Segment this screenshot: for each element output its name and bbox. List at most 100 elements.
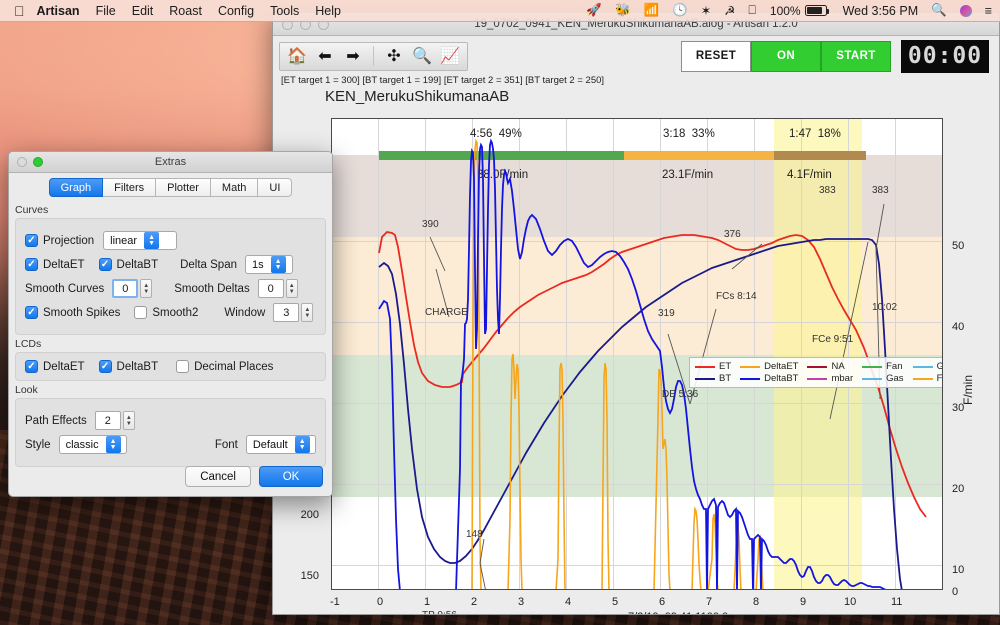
legend-item-gas[interactable]: Gas <box>912 361 942 372</box>
wifi-signal-icon[interactable]: 📶 <box>644 3 660 18</box>
smooth-spikes-label: Smooth Spikes <box>43 306 121 319</box>
legend-item-na[interactable]: NA <box>807 361 853 372</box>
window-value[interactable]: 3 <box>273 303 300 322</box>
back-arrow-icon[interactable]: ⬅ <box>312 44 338 68</box>
path-effects-value[interactable]: 2 <box>94 411 121 430</box>
zoom-icon[interactable]: 🔍 <box>409 44 435 68</box>
search-icon[interactable]: 🔍 <box>931 3 947 18</box>
configure-subplots-icon[interactable]: 📈 <box>437 44 463 68</box>
y-tick-150: 150 <box>300 570 319 582</box>
deltaet-checkbox[interactable] <box>25 258 38 271</box>
stepper-arrows-icon[interactable]: ▲ ▼ <box>301 303 314 322</box>
deltabt-label: DeltaBT <box>116 258 159 271</box>
deltabt-checkbox[interactable] <box>98 258 112 271</box>
path-effects-stepper[interactable]: 2 ▲ ▼ <box>94 411 135 430</box>
legend-item-gas2[interactable]: Gas <box>862 373 904 384</box>
y2-tick-10: 10 <box>952 564 965 576</box>
reset-button[interactable]: RESET <box>681 40 751 72</box>
extras-dialog[interactable]: Extras Graph Filters Plotter Math UI Cur… <box>8 151 333 497</box>
legend-item-deltaet[interactable]: DeltaET <box>740 361 798 372</box>
legend-item-fan2[interactable]: Fan <box>912 373 943 384</box>
plot-axes[interactable]: 4:56 49% 3:18 33% 1:47 18% 38.0F/min 23.… <box>331 118 943 590</box>
target-values-line: [ET target 1 = 300] [BT target 1 = 199] … <box>281 75 605 86</box>
tab-plotter[interactable]: Plotter <box>156 178 211 197</box>
roast-control-group: RESET ON START 00:00 <box>681 39 993 73</box>
lcds-group-label: LCDs <box>15 338 42 350</box>
legend-swatch-fan <box>862 365 883 368</box>
path-effects-row: Path Effects 2 ▲ ▼ <box>25 411 316 430</box>
x-tick-7: 7 <box>706 596 713 608</box>
extras-tabs[interactable]: Graph Filters Plotter Math UI <box>9 173 332 201</box>
legend-item-mbar[interactable]: mbar <box>807 373 853 384</box>
lcds-group: DeltaET DeltaBT Decimal Places <box>15 352 326 381</box>
smooth-deltas-stepper[interactable]: 0 ▲ ▼ <box>257 279 298 298</box>
forward-arrow-icon[interactable]: ➡ <box>340 44 366 68</box>
stepper-arrows-icon[interactable]: ▲ ▼ <box>140 279 153 298</box>
clock-icon[interactable]: 🕓 <box>672 3 688 18</box>
tab-filters[interactable]: Filters <box>103 178 157 197</box>
rocket-icon[interactable]: 🚀 <box>586 3 602 18</box>
legend-item-deltabt[interactable]: DeltaBT <box>740 373 798 384</box>
y2-tick-50: 50 <box>952 240 965 252</box>
notification-center-icon[interactable]: ≡ <box>985 4 992 18</box>
font-select[interactable]: Default ▲ ▼ <box>245 435 316 454</box>
stepper-arrows-icon[interactable]: ▲ ▼ <box>285 279 298 298</box>
menu-item-roast[interactable]: Roast <box>169 4 202 18</box>
menu-item-config[interactable]: Config <box>218 4 254 18</box>
airplay-icon[interactable]: ⎕ <box>748 3 756 18</box>
wifi-icon[interactable]: ☭ <box>724 3 735 18</box>
smooth-curves-label: Smooth Curves <box>25 282 105 295</box>
window-stepper[interactable]: 3 ▲ ▼ <box>273 303 314 322</box>
smooth-curves-value[interactable]: 0 <box>112 279 139 298</box>
chart-legend[interactable]: ET DeltaET NA Fan Gas <box>689 357 943 388</box>
legend-item-bt[interactable]: BT <box>695 373 731 384</box>
x-tick--1: -1 <box>330 596 340 608</box>
roast-plot[interactable]: 500 200 150 50 40 30 20 10 0 F/min -1 0 … <box>273 105 999 614</box>
pan-icon[interactable]: ✣ <box>381 44 407 68</box>
start-button[interactable]: START <box>821 40 891 72</box>
delta-span-select[interactable]: 1s ▲ ▼ <box>245 255 293 274</box>
bluetooth-icon[interactable]: ✶ <box>701 3 711 18</box>
legend-label-deltaet: DeltaET <box>764 361 799 372</box>
style-value: classic <box>65 438 99 451</box>
legend-label-fan: Fan <box>886 361 903 372</box>
menu-item-tools[interactable]: Tools <box>270 4 299 18</box>
menu-item-help[interactable]: Help <box>315 4 341 18</box>
smooth-curves-stepper[interactable]: 0 ▲ ▼ <box>112 279 153 298</box>
tab-graph[interactable]: Graph <box>48 178 104 197</box>
menu-item-file[interactable]: File <box>96 4 116 18</box>
menu-item-edit[interactable]: Edit <box>132 4 154 18</box>
decimal-places-checkbox[interactable] <box>176 360 190 373</box>
x-tick-1: 1 <box>424 596 431 608</box>
menu-item-artisan[interactable]: Artisan <box>37 4 80 18</box>
tab-ui[interactable]: UI <box>258 178 293 197</box>
on-button[interactable]: ON <box>751 40 821 72</box>
window-label: Window <box>224 306 266 319</box>
lcd-deltaet-checkbox[interactable] <box>25 360 38 373</box>
legend-item-fan[interactable]: Fan <box>862 361 903 372</box>
apple-icon[interactable]:  <box>14 4 25 18</box>
legend-label-deltabt: DeltaBT <box>764 373 799 384</box>
tab-math[interactable]: Math <box>210 178 259 197</box>
chevron-updown-icon: ▲ ▼ <box>270 256 286 273</box>
smooth2-checkbox[interactable] <box>134 306 148 319</box>
artisan-window: 19_0702_0941_KEN_MerukuShikumanaAB.alog … <box>272 12 1000 615</box>
home-icon[interactable]: 🏠 <box>284 44 310 68</box>
style-select[interactable]: classic ▲ ▼ <box>58 435 127 454</box>
siri-icon[interactable] <box>959 4 972 17</box>
smooth-spikes-checkbox[interactable] <box>25 306 38 319</box>
lcd-deltaet-label: DeltaET <box>43 360 85 373</box>
menubar-clock[interactable]: Wed 3:56 PM <box>843 4 919 18</box>
ok-button[interactable]: OK <box>259 466 323 487</box>
projection-checkbox[interactable] <box>25 234 38 247</box>
stepper-arrows-icon[interactable]: ▲ ▼ <box>122 411 135 430</box>
projection-select[interactable]: linear ▲ ▼ <box>103 231 178 250</box>
x-tick-9: 9 <box>800 596 807 608</box>
legend-label-fan2: Fan <box>936 373 943 384</box>
legend-item-et[interactable]: ET <box>695 361 731 372</box>
lcd-deltabt-checkbox[interactable] <box>98 360 112 373</box>
smooth-deltas-value[interactable]: 0 <box>257 279 284 298</box>
bug-icon[interactable]: 🐝 <box>615 3 631 18</box>
cancel-button[interactable]: Cancel <box>185 466 251 487</box>
legend-swatch-deltabt <box>740 377 761 380</box>
